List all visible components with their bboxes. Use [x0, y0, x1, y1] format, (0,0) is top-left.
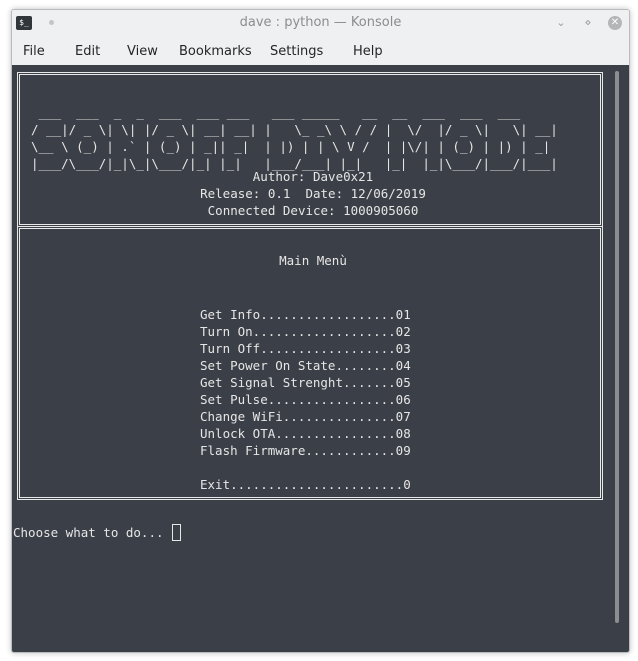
menu-option-unlock-ota: Unlock OTA................08 [200, 426, 411, 441]
header-box: ___ ___ _ _ ___ ___ ___ ___ _____ __ __ … [17, 72, 603, 227]
menu-option-change-wifi: Change WiFi...............07 [200, 409, 411, 424]
menu-option-turn-off: Turn Off..................03 [200, 341, 411, 356]
close-icon[interactable]: ✕ [608, 16, 622, 30]
menu-file[interactable]: File [23, 38, 45, 65]
menu-edit[interactable]: Edit [75, 38, 100, 65]
menu-bookmarks[interactable]: Bookmarks [179, 38, 252, 65]
title-bar[interactable]: $_ dave : python — Konsole ⌄ ⋄ ✕ [12, 10, 629, 38]
command-prompt[interactable]: Choose what to do... [13, 524, 182, 541]
main-menu-box: Main Menù Get Info..................01 T… [17, 226, 603, 500]
prompt-text: Choose what to do... [13, 525, 172, 540]
terminal-area[interactable]: ___ ___ _ _ ___ ___ ___ ___ _____ __ __ … [12, 65, 629, 652]
scrollbar[interactable] [615, 71, 619, 623]
release-line: Release: 0.1 Date: 12/06/2019 [200, 186, 426, 201]
maximize-icon[interactable]: ⋄ [581, 16, 595, 30]
menu-bar: File Edit View Bookmarks Settings Help [12, 38, 629, 65]
konsole-window: $_ dave : python — Konsole ⌄ ⋄ ✕ File Ed… [11, 9, 630, 653]
menu-option-flash-firmware: Flash Firmware............09 [200, 443, 411, 458]
menu-option-signal-strength: Get Signal Strenght.......05 [200, 375, 411, 390]
author-line: Author: Dave0x21 [252, 169, 374, 184]
window-title: dave : python — Konsole [239, 15, 402, 30]
banner-line: / __|/ _ \| \| |/ _ \| __| __| | \_ _\ \… [31, 122, 558, 137]
menu-option-exit: Exit.......................0 [200, 477, 411, 492]
menu-option-get-info: Get Info..................01 [200, 307, 411, 322]
text-cursor [172, 524, 182, 541]
main-menu-title: Main Menù [279, 253, 347, 268]
minimize-icon[interactable]: ⌄ [554, 16, 568, 30]
menu-option-turn-on: Turn On...................02 [200, 324, 411, 339]
banner-line: ___ ___ _ _ ___ ___ ___ ___ _____ __ __ … [31, 105, 528, 120]
menu-option-power-on-state: Set Power On State........04 [200, 358, 411, 373]
menu-settings[interactable]: Settings [270, 38, 323, 65]
ascii-banner: ___ ___ _ _ ___ ___ ___ ___ _____ __ __ … [31, 87, 558, 172]
device-line: Connected Device: 1000905060 [207, 203, 419, 218]
banner-line: \__ \ (_) | .` | (_) | _|| _| | |) | | \… [31, 139, 558, 154]
menu-list: Get Info..................01 Turn On....… [200, 289, 411, 493]
menu-option-set-pulse: Set Pulse.................06 [200, 392, 411, 407]
menu-view[interactable]: View [127, 38, 158, 65]
menu-help[interactable]: Help [353, 38, 383, 65]
